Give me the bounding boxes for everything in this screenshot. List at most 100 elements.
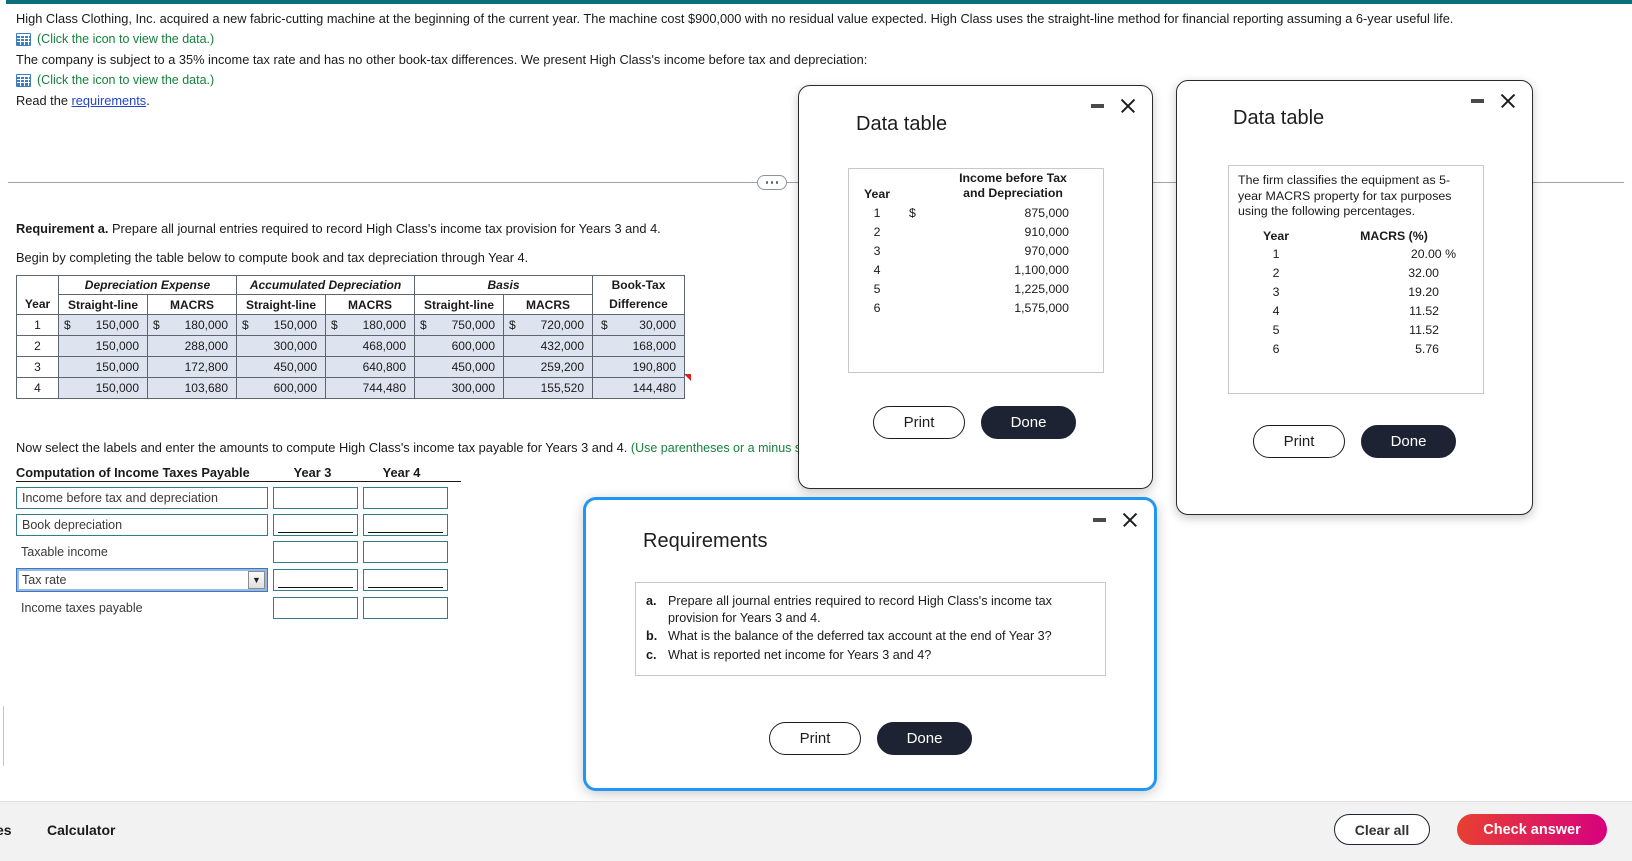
list-item-text: What is reported net income for Years 3 … xyxy=(668,647,932,662)
toolbar-item-calculator[interactable]: Calculator xyxy=(47,822,115,838)
amount-input-year3[interactable] xyxy=(273,487,358,509)
chevron-down-icon[interactable]: ▼ xyxy=(248,571,265,589)
cell-year: 3 xyxy=(1272,285,1280,299)
column-header-year3: Year 3 xyxy=(293,465,332,480)
cell-value: 1,225,000 xyxy=(1014,281,1069,296)
group-header-basis: Basis xyxy=(414,275,593,295)
amount-input-year3[interactable] xyxy=(273,597,358,619)
amount-input-year4[interactable] xyxy=(363,541,448,563)
stem-paragraph-2: The company is subject to a 35% income t… xyxy=(16,52,868,67)
divider-ellipsis-handle[interactable] xyxy=(757,175,787,190)
cell-dollar: $ xyxy=(909,205,916,220)
dialog-title: Requirements xyxy=(643,530,768,552)
dialog-button-row: Print Done xyxy=(769,722,972,755)
amount-input-year4[interactable] xyxy=(363,597,448,619)
dialog-title: Data table xyxy=(856,113,948,135)
amount-input-year3[interactable] xyxy=(273,514,358,536)
cell-year: 1 xyxy=(16,314,59,336)
dialog-window-controls xyxy=(1091,98,1136,114)
cell-de-sl: 150,000 xyxy=(58,335,148,357)
spreadsheet-icon[interactable] xyxy=(16,32,31,46)
group-header-accumulated-depreciation: Accumulated Depreciation xyxy=(236,275,415,295)
label-input-book-depreciation[interactable]: Book depreciation xyxy=(16,514,268,536)
cell-dollar xyxy=(905,279,923,298)
toolbar-item-truncated[interactable]: es xyxy=(0,822,12,838)
print-button[interactable]: Print xyxy=(1253,425,1345,458)
subheader-ad-macrs: MACRS xyxy=(325,294,415,315)
list-item-text: What is the balance of the deferred tax … xyxy=(668,629,1052,643)
data-icon-line-1[interactable]: (Click the icon to view the data.) xyxy=(16,32,1616,46)
now-select-green-note: (Use parentheses or a minus sig xyxy=(630,441,811,455)
table-row: 4 1,100,000 xyxy=(849,260,1103,279)
requirement-a-text: Prepare all journal entries required to … xyxy=(108,221,661,236)
done-button[interactable]: Done xyxy=(1361,425,1456,458)
close-icon[interactable] xyxy=(1120,98,1136,114)
close-icon[interactable] xyxy=(1500,93,1516,109)
cell-ad-macrs: 468,000 xyxy=(325,335,415,357)
cell-de-macrs: 172,800 xyxy=(147,356,237,378)
amount-input-year3[interactable] xyxy=(273,541,358,563)
close-icon[interactable] xyxy=(1122,512,1138,528)
cell-value: 1,575,000 xyxy=(1014,300,1069,315)
cell-year: 5 xyxy=(873,281,881,296)
cell-pct: 19.20 xyxy=(1408,285,1439,299)
dialog-requirements[interactable]: Requirements a. Prepare all journal entr… xyxy=(584,498,1156,790)
done-button[interactable]: Done xyxy=(981,406,1076,439)
read-suffix: . xyxy=(146,93,150,108)
clear-all-button[interactable]: Clear all xyxy=(1334,814,1430,845)
label-input-income-before-tax[interactable]: Income before tax and depreciation xyxy=(16,487,268,509)
amount-input-year4[interactable] xyxy=(363,487,448,509)
table-row: 2 150,000 288,000 300,000 468,000 600,00… xyxy=(16,335,685,357)
computation-block: Computation of Income Taxes Payable Year… xyxy=(16,462,461,619)
amount-input-year4[interactable] xyxy=(363,514,448,536)
group-header-book-tax: Book-Tax xyxy=(592,275,685,295)
table-row: 1 $875,000 xyxy=(849,203,1103,222)
amount-input-year3[interactable] xyxy=(273,569,358,591)
cell-ad-macrs: $180,000 xyxy=(325,314,415,336)
cell-year: 4 xyxy=(873,262,881,277)
list-item-marker: b. xyxy=(646,629,658,643)
subheader-de-straightline: Straight-line xyxy=(58,294,148,315)
cell-pct: 5.76 xyxy=(1415,342,1439,356)
dialog-button-row: Print Done xyxy=(1253,425,1456,458)
table-row: 2 32.00 xyxy=(1238,264,1474,283)
cell-year: 6 xyxy=(1272,342,1280,356)
now-select-instruction: Now select the labels and enter the amou… xyxy=(16,440,811,455)
minimize-icon[interactable] xyxy=(1093,518,1106,522)
print-button[interactable]: Print xyxy=(769,722,861,755)
dialog-data-table-income[interactable]: Data table Income before Tax Year and De… xyxy=(798,85,1153,489)
subheader-de-macrs: MACRS xyxy=(147,294,237,315)
cell-year: 2 xyxy=(16,335,59,357)
icon-hint-2: (Click the icon to view the data.) xyxy=(37,73,215,87)
check-answer-button[interactable]: Check answer xyxy=(1457,814,1607,845)
amount-input-year4[interactable] xyxy=(363,569,448,591)
cell-ad-sl: $150,000 xyxy=(236,314,326,336)
dialog-data-table-macrs[interactable]: Data table The firm classifies the equip… xyxy=(1176,80,1533,515)
tax-rate-select[interactable]: Tax rate ▼ xyxy=(16,568,268,592)
macrs-data-panel: The firm classifies the equipment as 5-y… xyxy=(1228,165,1484,394)
cell-year: 1 xyxy=(873,205,881,220)
cell-dollar xyxy=(905,298,923,317)
print-button[interactable]: Print xyxy=(873,406,965,439)
table-header-row: Year MACRS (%) xyxy=(1238,227,1474,245)
computation-row: Tax rate ▼ xyxy=(16,568,461,592)
done-button[interactable]: Done xyxy=(877,722,972,755)
cell-de-sl: 150,000 xyxy=(58,356,148,378)
minimize-icon[interactable] xyxy=(1091,104,1104,108)
minimize-icon[interactable] xyxy=(1471,99,1484,103)
cell-basis-macrs: 432,000 xyxy=(503,335,593,357)
header-year: Year xyxy=(864,187,890,201)
requirements-link[interactable]: requirements xyxy=(72,93,147,108)
cell-basis-macrs: 259,200 xyxy=(503,356,593,378)
top-accent-bar xyxy=(0,0,1632,4)
cell-basis-macrs: 155,520 xyxy=(503,377,593,399)
begin-instruction: Begin by completing the table below to c… xyxy=(16,250,529,265)
subheader-basis-macrs: MACRS xyxy=(503,294,593,315)
requirement-a-heading: Requirement a. Prepare all journal entri… xyxy=(16,221,661,236)
cell-difference: 168,000 xyxy=(592,335,685,357)
cell-value: 875,000 xyxy=(1024,205,1069,220)
content-scroll-edge xyxy=(0,706,4,766)
spreadsheet-icon[interactable] xyxy=(16,73,31,87)
table-row: 6 5.76 xyxy=(1238,340,1474,359)
cell-difference: $30,000 xyxy=(592,314,685,336)
